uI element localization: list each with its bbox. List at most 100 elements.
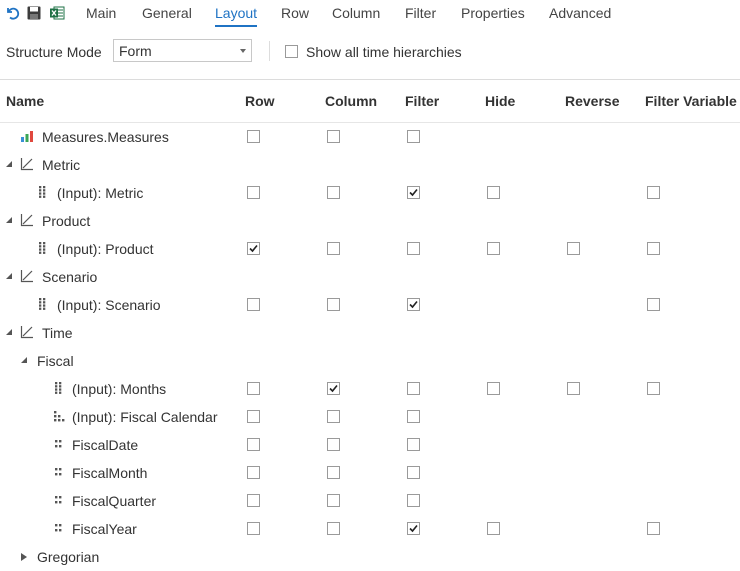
column-checkbox[interactable] [327, 186, 340, 199]
checkmark-icon [409, 300, 418, 309]
save-icon[interactable] [26, 5, 42, 21]
grid-header: Name Row Column Filter Hide Reverse Filt… [0, 80, 740, 123]
filter-checkbox[interactable] [407, 438, 420, 451]
tree-row-label: (Input): Fiscal Calendar [72, 409, 218, 425]
level-dots-icon [52, 493, 66, 507]
column-checkbox[interactable] [327, 298, 340, 311]
row-checkbox[interactable] [247, 410, 260, 423]
checkmark-icon [409, 524, 418, 533]
tree-row[interactable]: Product [0, 207, 740, 235]
filter-checkbox[interactable] [407, 130, 420, 143]
tree-row[interactable]: FiscalYear [0, 515, 740, 543]
structure-mode-select[interactable]: Form [113, 39, 252, 62]
filter-checkbox[interactable] [407, 494, 420, 507]
column-checkbox[interactable] [327, 466, 340, 479]
filter-checkbox[interactable] [407, 522, 420, 535]
row-checkbox[interactable] [247, 522, 260, 535]
column-checkbox[interactable] [327, 130, 340, 143]
filter-variable-checkbox[interactable] [647, 186, 660, 199]
tab-main[interactable]: Main [86, 5, 116, 21]
tree-row[interactable]: FiscalMonth [0, 459, 740, 487]
column-checkbox[interactable] [327, 410, 340, 423]
show-time-hierarchies-label: Show all time hierarchies [306, 44, 462, 60]
tab-row[interactable]: Row [281, 5, 309, 21]
filter-checkbox[interactable] [407, 410, 420, 423]
tree-row[interactable]: FiscalQuarter [0, 487, 740, 515]
tree-row[interactable]: (Input): Metric [0, 179, 740, 207]
filter-variable-checkbox[interactable] [647, 382, 660, 395]
tab-layout[interactable]: Layout [215, 5, 258, 27]
tree-row[interactable]: (Input): Scenario [0, 291, 740, 319]
hide-checkbox[interactable] [487, 522, 500, 535]
filter-checkbox[interactable] [407, 298, 420, 311]
tree-row-label: Scenario [42, 269, 98, 285]
hierarchy-grid-icon [36, 185, 50, 199]
undo-icon[interactable] [4, 5, 20, 21]
tab-properties[interactable]: Properties [461, 5, 525, 21]
dimension-axis-icon [20, 269, 34, 283]
tree-row-label: (Input): Scenario [57, 297, 161, 313]
row-checkbox[interactable] [247, 130, 260, 143]
tab-filter[interactable]: Filter [405, 5, 436, 21]
filter-checkbox[interactable] [407, 382, 420, 395]
tree-row[interactable]: FiscalDate [0, 431, 740, 459]
expand-triangle-icon[interactable] [6, 217, 12, 223]
tab-column[interactable]: Column [332, 5, 380, 21]
tree-row[interactable]: (Input): Fiscal Calendar [0, 403, 740, 431]
tree-row-label: (Input): Metric [57, 185, 144, 201]
hide-checkbox[interactable] [487, 186, 500, 199]
tree-row[interactable]: (Input): Months [0, 375, 740, 403]
filter-checkbox[interactable] [407, 466, 420, 479]
column-checkbox[interactable] [327, 438, 340, 451]
row-checkbox[interactable] [247, 382, 260, 395]
column-checkbox[interactable] [327, 494, 340, 507]
toolbar: Main General Layout Row Column Filter Pr… [0, 0, 740, 27]
tree-row[interactable]: Gregorian [0, 543, 740, 571]
tree-row-label: FiscalQuarter [72, 493, 157, 509]
row-checkbox[interactable] [247, 298, 260, 311]
tree-row[interactable]: (Input): Product [0, 235, 740, 263]
filter-variable-checkbox[interactable] [647, 522, 660, 535]
column-checkbox[interactable] [327, 382, 340, 395]
tab-advanced[interactable]: Advanced [549, 5, 611, 21]
row-checkbox[interactable] [247, 494, 260, 507]
tree-row[interactable]: Scenario [0, 263, 740, 291]
reverse-checkbox[interactable] [567, 382, 580, 395]
tree-row[interactable]: Measures.Measures [0, 123, 740, 151]
filter-checkbox[interactable] [407, 242, 420, 255]
collapse-triangle-icon[interactable] [21, 553, 27, 561]
expand-triangle-icon[interactable] [6, 161, 12, 167]
reverse-checkbox[interactable] [567, 242, 580, 255]
column-checkbox[interactable] [327, 242, 340, 255]
header-column: Column [325, 93, 378, 109]
excel-icon[interactable] [49, 5, 65, 21]
tree-row-label: FiscalDate [72, 437, 139, 453]
expand-triangle-icon[interactable] [6, 329, 12, 335]
show-time-hierarchies-checkbox[interactable] [285, 45, 298, 58]
filter-variable-checkbox[interactable] [647, 298, 660, 311]
level-dots-icon [52, 465, 66, 479]
header-name: Name [6, 93, 45, 109]
structure-mode-value: Form [119, 43, 152, 59]
row-checkbox[interactable] [247, 242, 260, 255]
row-checkbox[interactable] [247, 438, 260, 451]
filter-checkbox[interactable] [407, 186, 420, 199]
tree-row-label: FiscalYear [72, 521, 137, 537]
row-checkbox[interactable] [247, 466, 260, 479]
hide-checkbox[interactable] [487, 382, 500, 395]
tree-row-label: (Input): Product [57, 241, 154, 257]
tree-row[interactable]: Fiscal [0, 347, 740, 375]
tree-row-label: Product [42, 213, 91, 229]
row-checkbox[interactable] [247, 186, 260, 199]
tree-row[interactable]: Time [0, 319, 740, 347]
structure-mode-label: Structure Mode [6, 44, 102, 60]
hierarchy-grid-icon [36, 241, 50, 255]
column-checkbox[interactable] [327, 522, 340, 535]
tree-row[interactable]: Metric [0, 151, 740, 179]
hide-checkbox[interactable] [487, 242, 500, 255]
dimension-axis-icon [20, 325, 34, 339]
filter-variable-checkbox[interactable] [647, 242, 660, 255]
tab-general[interactable]: General [142, 5, 192, 21]
expand-triangle-icon[interactable] [21, 357, 27, 363]
expand-triangle-icon[interactable] [6, 273, 12, 279]
